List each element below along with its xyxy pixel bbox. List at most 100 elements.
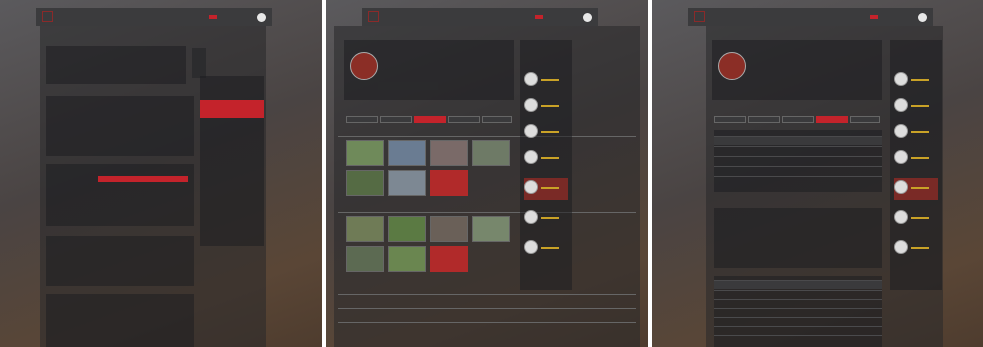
nav-item-3[interactable] (551, 15, 559, 19)
sidebar-horse-item[interactable] (524, 122, 568, 144)
sidebar-horse-item[interactable] (524, 148, 568, 170)
photo-thumb[interactable] (346, 140, 384, 166)
avatar (524, 72, 538, 86)
nav-item-4[interactable] (567, 15, 575, 19)
user-icon[interactable] (918, 12, 927, 22)
tab-1[interactable] (714, 116, 746, 123)
avatar (894, 210, 908, 224)
sidebar-horse-item[interactable] (894, 208, 938, 230)
results-panel (46, 96, 194, 156)
rating-bar (911, 105, 929, 107)
bottom-panel (46, 294, 194, 347)
rating-bar (541, 105, 559, 107)
photo-thumb[interactable] (346, 246, 384, 272)
avatar (524, 240, 538, 254)
sidebar-horse-item[interactable] (524, 70, 568, 92)
rating-bar (911, 247, 929, 249)
table-row[interactable] (714, 335, 882, 344)
photo-thumb[interactable] (346, 170, 384, 196)
sidebar-horse-item-active[interactable] (524, 178, 568, 200)
sidebar-horse-item[interactable] (524, 238, 568, 260)
table-row[interactable] (714, 326, 882, 335)
tab-2[interactable] (748, 116, 780, 123)
nav-item-2[interactable] (209, 15, 217, 19)
table-row[interactable] (714, 146, 882, 155)
rating-bar (541, 157, 559, 159)
table-row[interactable] (714, 156, 882, 165)
sidebar-horse-item[interactable] (524, 208, 568, 230)
more-photos-button[interactable] (430, 170, 468, 196)
sidebar-horses (520, 40, 572, 290)
table-row[interactable] (714, 166, 882, 175)
photo-thumb[interactable] (388, 246, 426, 272)
rating-bar (541, 131, 559, 133)
tab-4[interactable] (816, 116, 848, 123)
nav-item-1[interactable] (193, 15, 201, 19)
tab-3[interactable] (414, 116, 446, 123)
sidebar-horse-item[interactable] (894, 70, 938, 92)
race-info-panel (714, 208, 882, 268)
rating-bar (911, 187, 929, 189)
table-row[interactable] (714, 299, 882, 308)
photo-thumb[interactable] (430, 140, 468, 166)
nav-item-4[interactable] (902, 15, 910, 19)
avatar (524, 98, 538, 112)
runners-table (714, 276, 882, 347)
nav-item-2[interactable] (870, 15, 878, 19)
table-header (714, 136, 882, 145)
logo-icon[interactable] (42, 11, 53, 22)
photo-thumb[interactable] (430, 216, 468, 242)
tab-5[interactable] (482, 116, 512, 123)
table-row[interactable] (714, 176, 882, 185)
avatar (894, 98, 908, 112)
tab-4[interactable] (448, 116, 480, 123)
race-highlight[interactable] (98, 176, 188, 182)
user-icon[interactable] (257, 12, 266, 22)
nav-item-4[interactable] (241, 15, 249, 19)
avatar (894, 124, 908, 138)
more-photos-button[interactable] (430, 246, 468, 272)
photo-thumb[interactable] (472, 140, 510, 166)
nav-item-2[interactable] (535, 15, 543, 19)
sidebar-horse-item-active[interactable] (894, 178, 938, 200)
photo-thumb[interactable] (346, 216, 384, 242)
tab-3[interactable] (782, 116, 814, 123)
avatar (894, 72, 908, 86)
tab-2[interactable] (380, 116, 412, 123)
gallery-section-3[interactable] (338, 288, 636, 295)
gallery-content (334, 26, 640, 347)
nav-item-3[interactable] (225, 15, 233, 19)
highlighted-activity[interactable] (200, 100, 264, 118)
gallery-section-5[interactable] (338, 316, 636, 323)
top-nav-bar (688, 8, 933, 26)
table-header (714, 280, 882, 289)
horse-avatar (350, 52, 378, 80)
action-button[interactable] (378, 82, 438, 90)
top-nav-bar (36, 8, 272, 26)
tab-1[interactable] (346, 116, 378, 123)
rating-bar (911, 217, 929, 219)
table-row[interactable] (714, 308, 882, 317)
sidebar-horse-item[interactable] (894, 96, 938, 118)
avatar (524, 150, 538, 164)
gallery-section-4[interactable] (338, 302, 636, 309)
sidebar-horse-item[interactable] (894, 148, 938, 170)
photo-thumb[interactable] (388, 216, 426, 242)
logo-icon[interactable] (694, 11, 705, 22)
logo-icon[interactable] (368, 11, 379, 22)
nav-item-3[interactable] (886, 15, 894, 19)
tab-5[interactable] (850, 116, 880, 123)
photo-thumb[interactable] (388, 140, 426, 166)
sidebar-horses (890, 40, 942, 290)
sidebar-horse-item[interactable] (894, 122, 938, 144)
user-icon[interactable] (583, 12, 592, 22)
avatar (524, 124, 538, 138)
gallery-section-2[interactable] (338, 206, 636, 213)
photo-thumb[interactable] (388, 170, 426, 196)
sidebar-horse-item[interactable] (894, 238, 938, 260)
sidebar-horse-item[interactable] (524, 96, 568, 118)
table-row[interactable] (714, 317, 882, 326)
photo-thumb[interactable] (472, 216, 510, 242)
gallery-section-1[interactable] (338, 130, 636, 137)
table-row[interactable] (714, 290, 882, 299)
